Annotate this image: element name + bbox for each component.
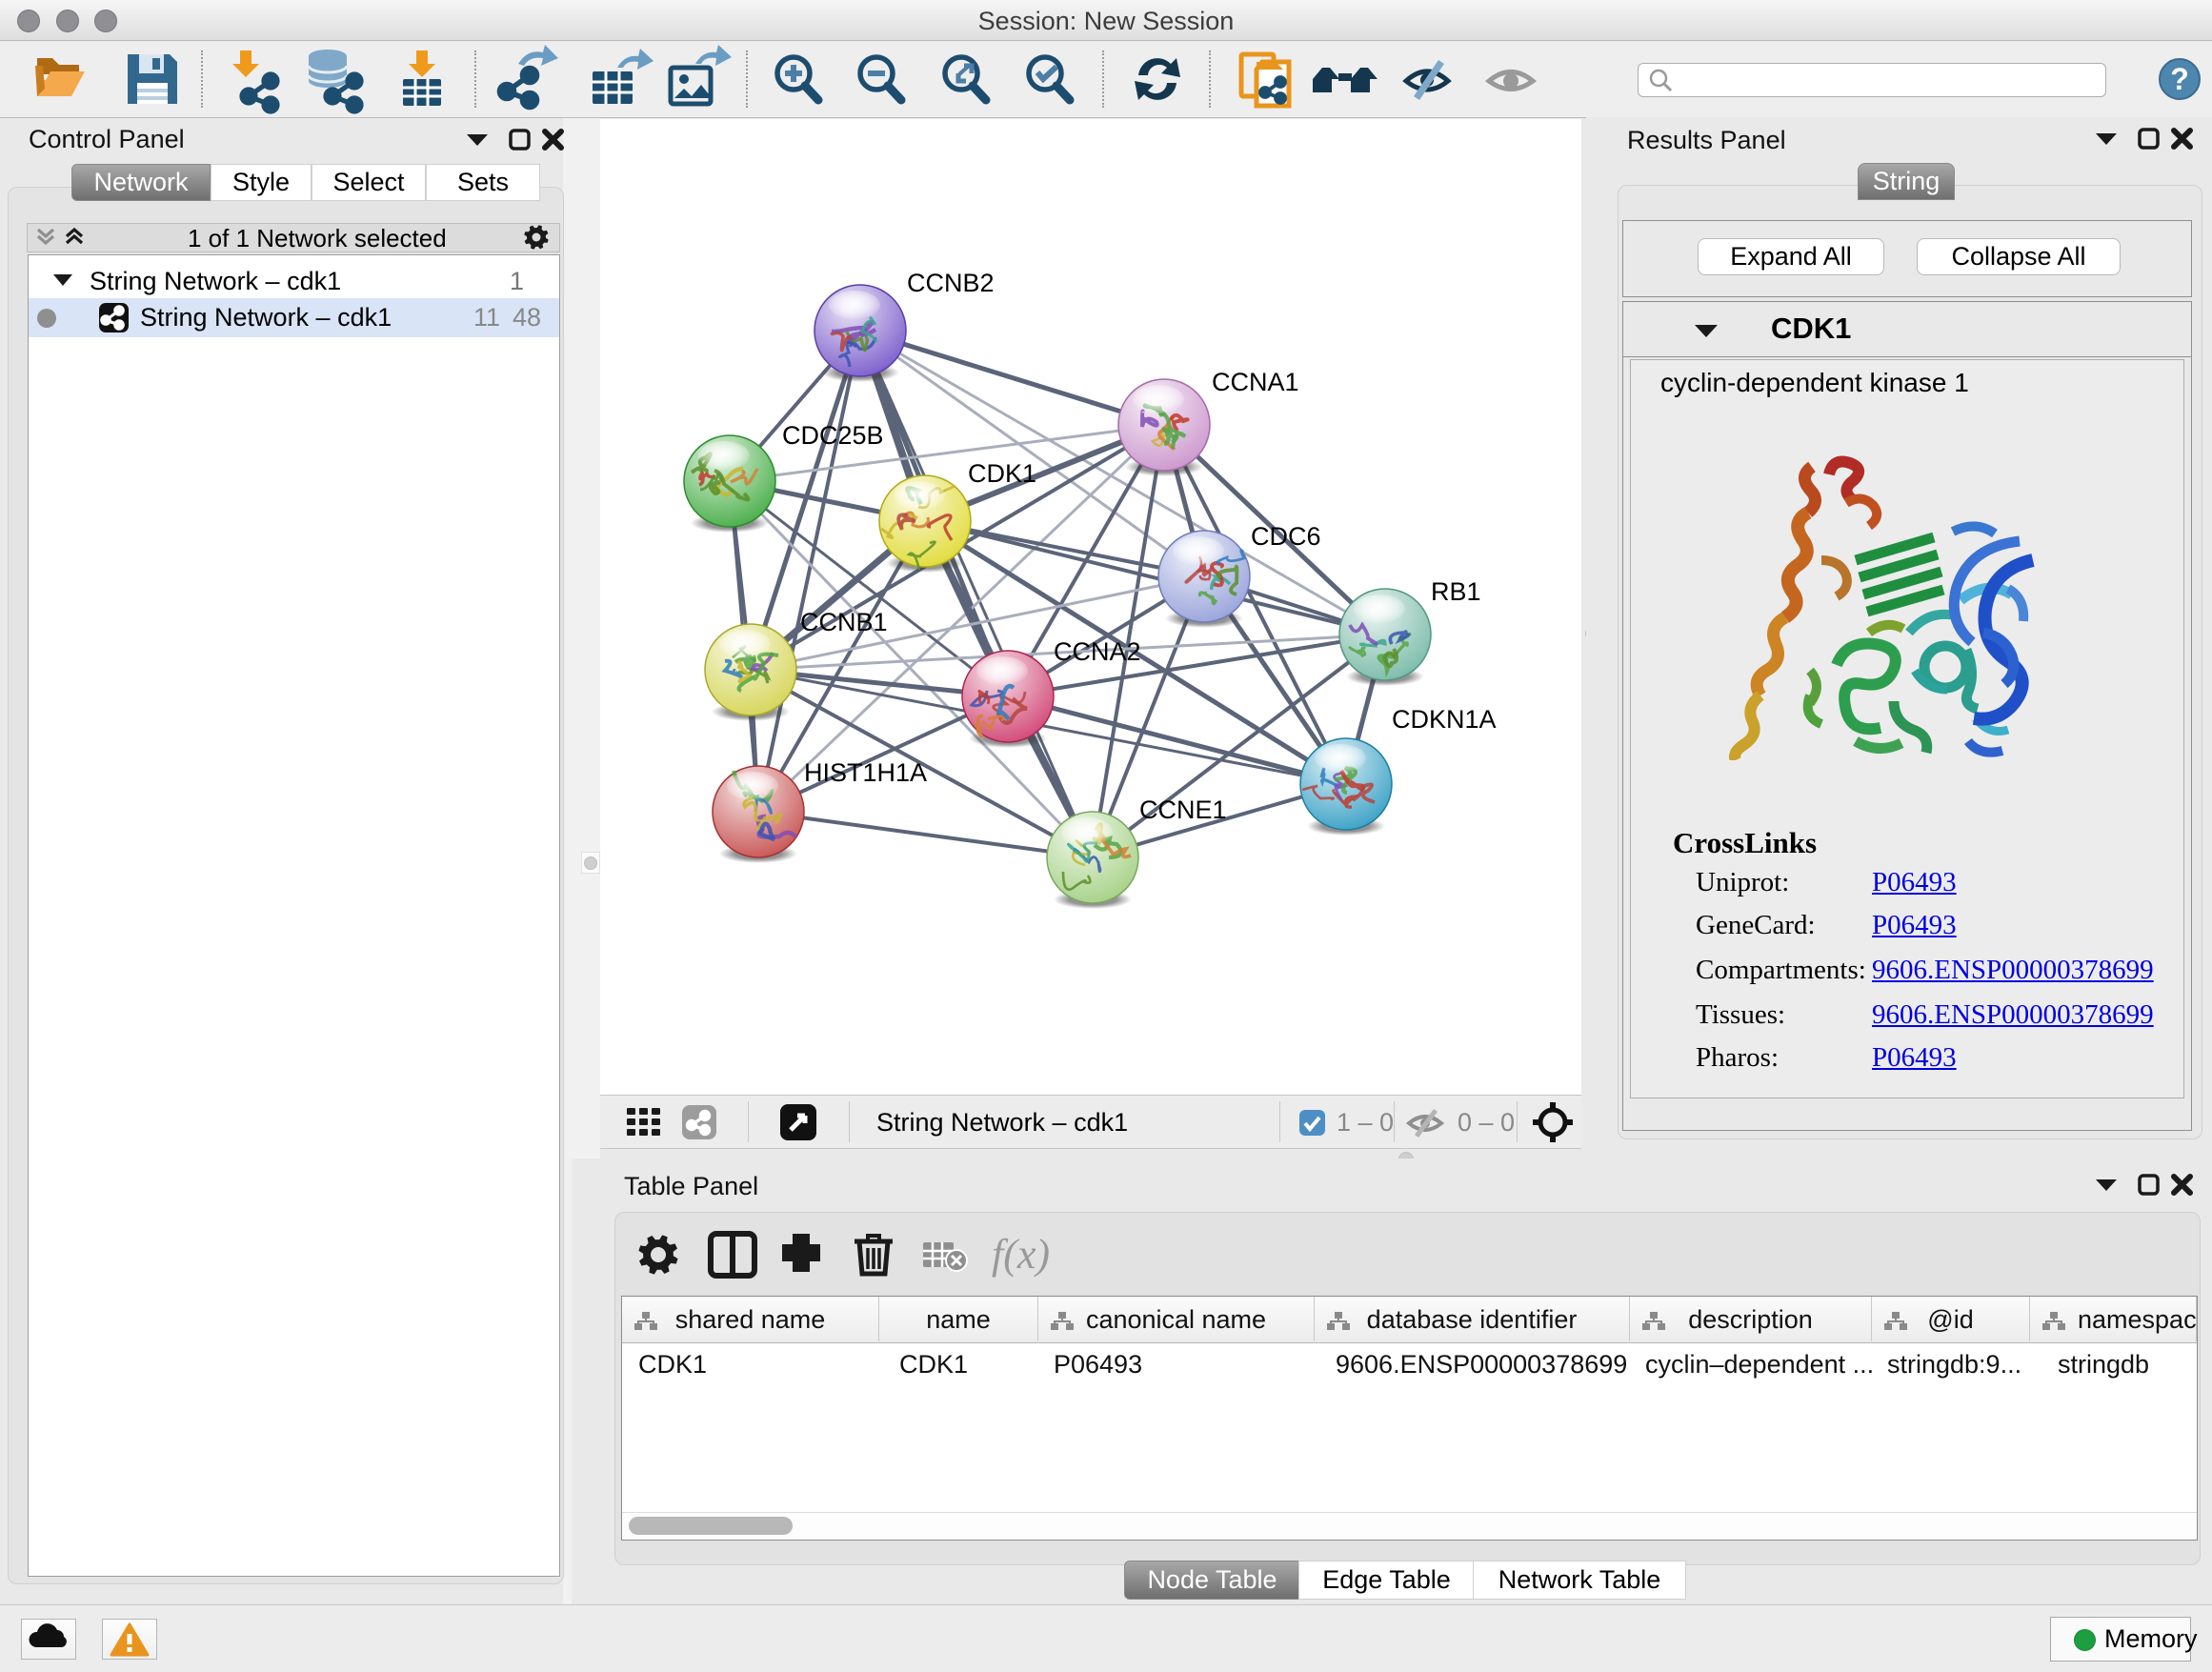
svg-text:CDK1: CDK1 bbox=[968, 459, 1036, 488]
svg-text:CCNB2: CCNB2 bbox=[907, 269, 995, 297]
svg-text:CCNA1: CCNA1 bbox=[1212, 368, 1299, 396]
svg-text:?: ? bbox=[2170, 62, 2189, 96]
svg-text:CDC25B: CDC25B bbox=[782, 421, 884, 450]
svg-text:CCNA2: CCNA2 bbox=[1054, 637, 1141, 666]
svg-text:CCNB1: CCNB1 bbox=[800, 608, 888, 636]
svg-text:CDKN1A: CDKN1A bbox=[1392, 705, 1497, 734]
svg-text:CDC6: CDC6 bbox=[1251, 522, 1321, 551]
svg-text:RB1: RB1 bbox=[1431, 577, 1481, 606]
svg-text:HIST1H1A: HIST1H1A bbox=[804, 758, 927, 787]
svg-text:f(x): f(x) bbox=[992, 1231, 1050, 1278]
svg-text:CCNE1: CCNE1 bbox=[1139, 796, 1227, 824]
